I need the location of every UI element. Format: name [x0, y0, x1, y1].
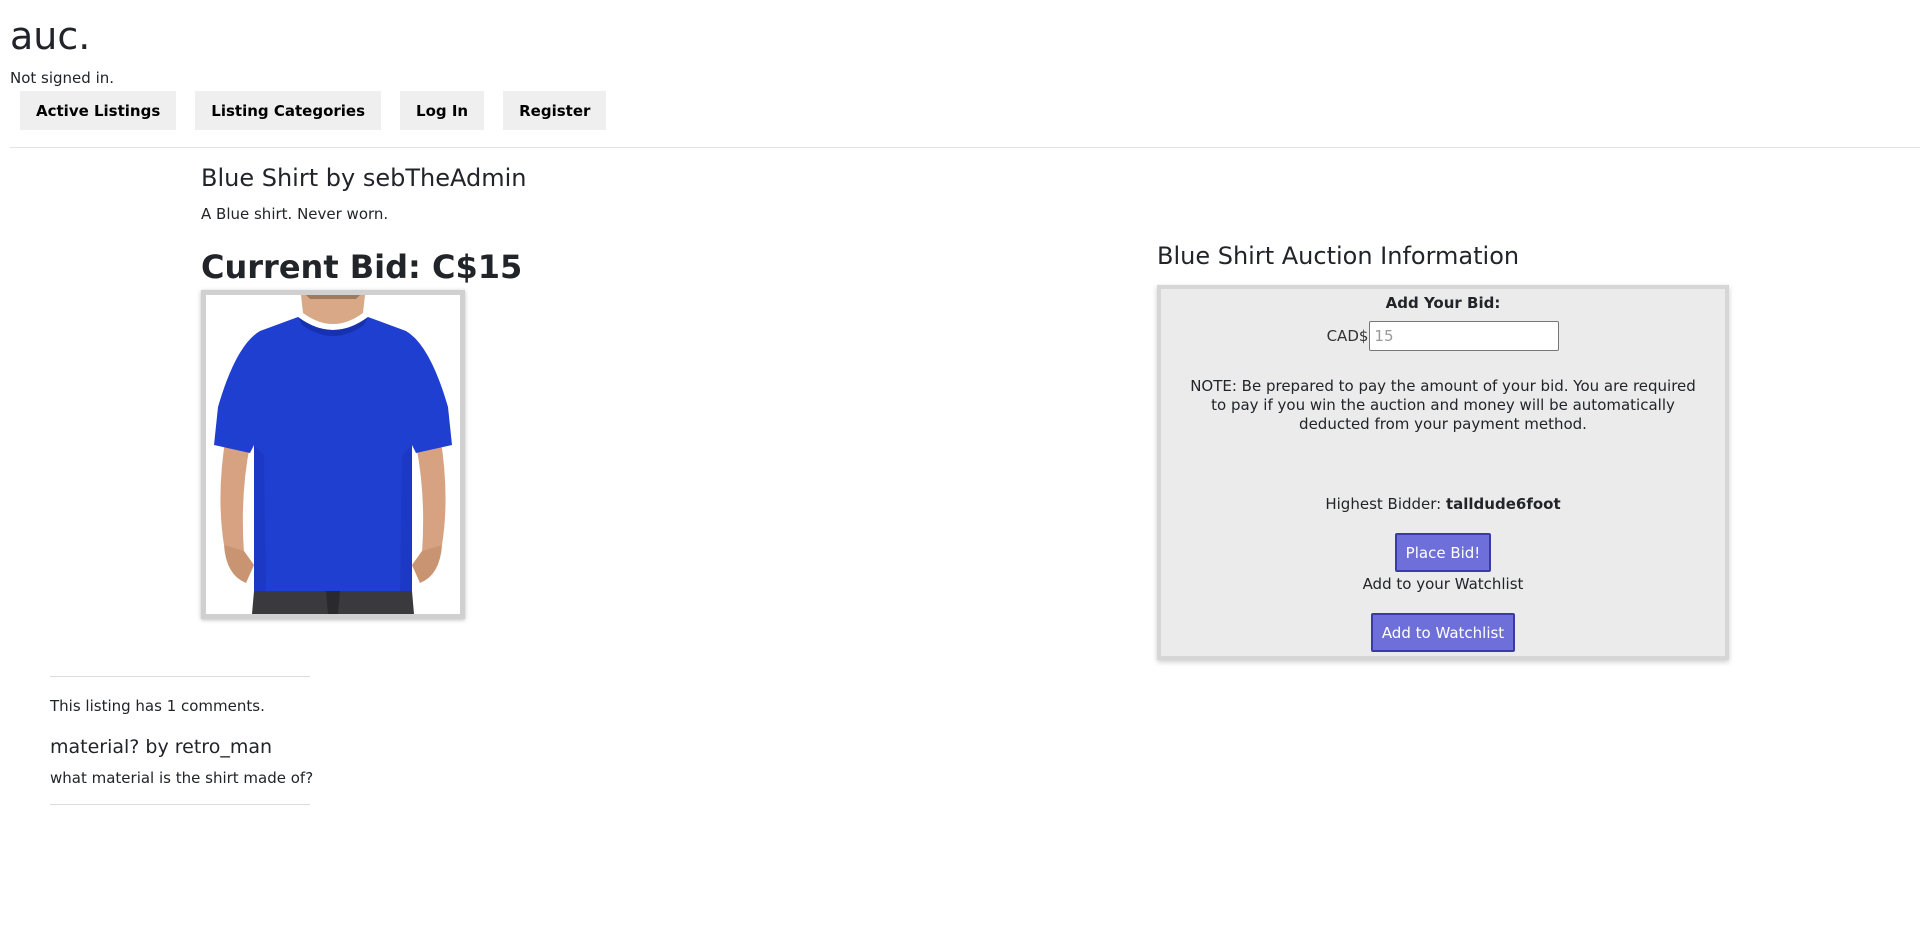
- shirt-image: [206, 295, 460, 614]
- nav-log-in-button[interactable]: Log In: [400, 91, 485, 130]
- nav-register-button[interactable]: Register: [503, 91, 607, 130]
- highest-bidder-label: Highest Bidder:: [1325, 495, 1446, 513]
- listing-description: A Blue shirt. Never worn.: [201, 205, 389, 223]
- watchlist-label: Add to your Watchlist: [1362, 575, 1524, 593]
- comment-count: This listing has 1 comments.: [50, 697, 265, 715]
- listing-title: Blue Shirt by sebTheAdmin: [201, 164, 527, 192]
- comment-title: material? by retro_man: [50, 736, 273, 758]
- signin-status: Not signed in.: [10, 69, 115, 87]
- product-image: [201, 290, 465, 619]
- nav-listing-categories-button[interactable]: Listing Categories: [195, 91, 382, 130]
- header-divider: [10, 147, 1920, 148]
- comment-body: what material is the shirt made of?: [50, 769, 314, 787]
- highest-bidder-name: talldude6foot: [1445, 495, 1561, 513]
- page: auc. Not signed in. Active Listings List…: [0, 0, 1920, 929]
- currency-label: CAD$: [1326, 327, 1369, 345]
- auction-info-title: Blue Shirt Auction Information: [1157, 242, 1520, 270]
- bid-note: NOTE: Be prepared to pay the amount of y…: [1190, 377, 1696, 433]
- add-bid-label: Add Your Bid:: [1385, 294, 1501, 312]
- bid-input-row: CAD$: [1161, 321, 1725, 351]
- nav-active-listings-button[interactable]: Active Listings: [20, 91, 177, 130]
- bid-amount-input[interactable]: [1369, 321, 1560, 351]
- auction-panel: Add Your Bid: CAD$ NOTE: Be prepared to …: [1157, 285, 1729, 660]
- add-to-watchlist-button[interactable]: Add to Watchlist: [1371, 613, 1515, 652]
- place-bid-button[interactable]: Place Bid!: [1395, 533, 1491, 572]
- site-title: auc.: [10, 14, 91, 58]
- comments-section: This listing has 1 comments. material? b…: [50, 676, 314, 805]
- highest-bidder: Highest Bidder: talldude6foot: [1161, 495, 1725, 513]
- main-nav: Active Listings Listing Categories Log I…: [20, 91, 607, 130]
- current-bid: Current Bid: C$15: [201, 248, 523, 286]
